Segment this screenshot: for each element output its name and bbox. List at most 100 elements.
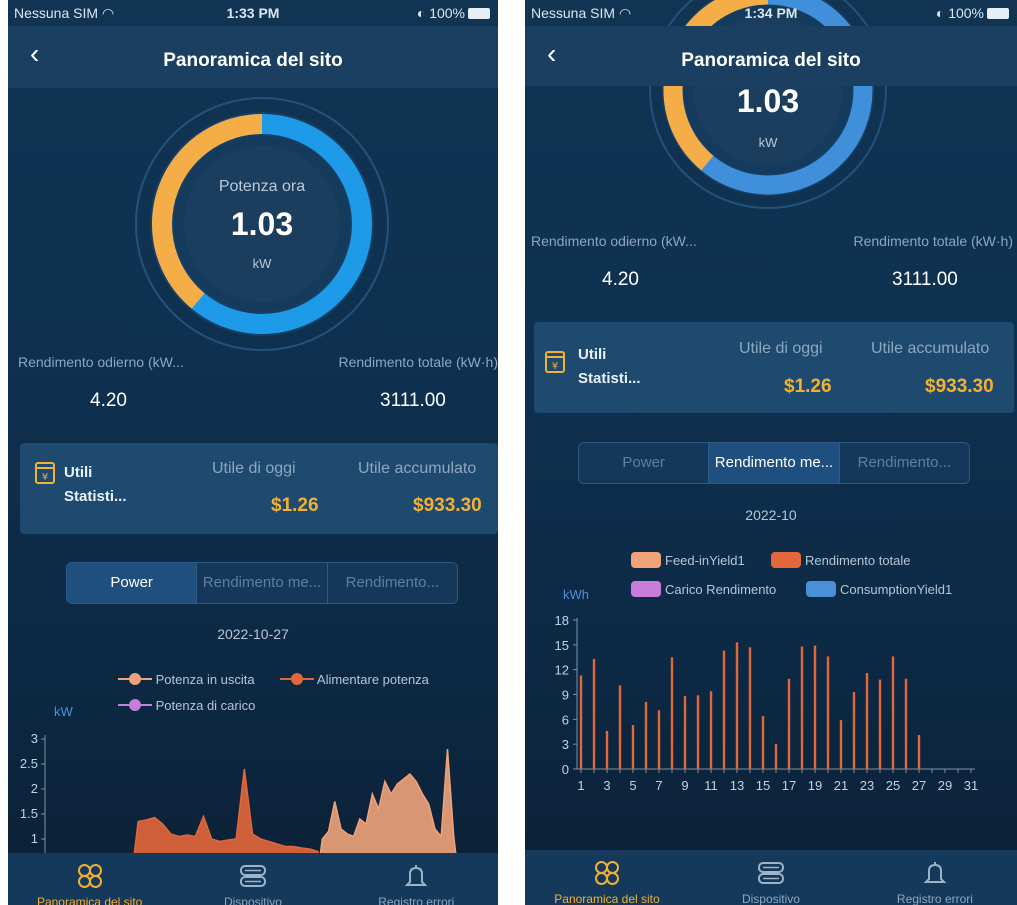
y-axis-unit: kWh: [563, 587, 589, 602]
tabbar-device[interactable]: Dispositivo: [171, 853, 334, 905]
bar: [709, 691, 713, 769]
y-tick-label: 3: [31, 731, 38, 746]
tabbar-site-overview[interactable]: Panoramica del sito: [525, 850, 689, 905]
bottom-tab-bar: Panoramica del sito Dispositivo Registro…: [525, 850, 1017, 905]
page-title: Panoramica del sito: [163, 50, 343, 71]
bar: [878, 679, 882, 769]
y-tick-label: 12: [555, 663, 569, 678]
chart-date[interactable]: 2022-10: [525, 507, 1017, 523]
chart-tabs: Power Rendimento me... Rendimento...: [66, 562, 458, 604]
x-tick-label: 23: [860, 778, 874, 793]
y-tick-label: 1: [31, 831, 38, 846]
battery-indicator: ◐ 100%: [417, 5, 490, 21]
bar: [813, 645, 817, 769]
tabbar-error-log[interactable]: Registro errori: [853, 850, 1017, 905]
monthly-yield-chart: kWh03691215181 3 5 7 9 11 13 15 17 19 21 23 25 27 29 31: [555, 587, 979, 793]
legend-item: Feed-inYield1: [631, 552, 745, 568]
gauge-value: 1.03: [736, 83, 800, 119]
battery-icon: [987, 8, 1009, 19]
x-tick-label: 5: [629, 778, 636, 793]
bar: [774, 744, 778, 769]
bar: [722, 650, 726, 769]
x-tick-label: 11: [704, 778, 718, 793]
series-area-potenza-in-uscita: [319, 748, 457, 853]
device-icon: [757, 862, 784, 884]
x-tick-label: 19: [808, 778, 822, 793]
acc-profit-label: Utile accumulato: [358, 460, 477, 477]
profit-card[interactable]: ¥ Utili Statisti... Utile di oggi Utile a…: [20, 443, 498, 534]
y-tick-label: 15: [555, 638, 569, 653]
x-tick-label: 17: [782, 778, 796, 793]
tab-yield[interactable]: Rendimento...: [326, 563, 457, 603]
page-title: Panoramica del sito: [681, 50, 861, 71]
bar: [852, 692, 856, 769]
legend-item: Potenza in uscita: [118, 672, 255, 687]
chart-date[interactable]: 2022-10-27: [8, 626, 498, 642]
bar: [735, 642, 739, 769]
x-tick-label: 9: [681, 778, 688, 793]
nav-bar: ‹ Panoramica del sito: [525, 26, 1017, 86]
daily-yield-value: 4.20: [602, 269, 639, 290]
y-tick-label: 9: [562, 688, 569, 703]
x-tick-label: 29: [938, 778, 952, 793]
y-tick-label: 6: [562, 712, 569, 727]
bottom-tab-bar: Panoramica del sito Dispositivo Registro…: [8, 853, 498, 905]
device-icon: [239, 865, 266, 887]
bar: [891, 656, 895, 769]
y-tick-label: 18: [555, 613, 569, 628]
tabbar-device[interactable]: Dispositivo: [689, 850, 853, 905]
bar: [865, 672, 869, 769]
gauge-value: 1.03: [230, 206, 294, 242]
battery-indicator: ◐ 100%: [936, 5, 1009, 21]
bar: [839, 720, 843, 769]
x-tick-label: 13: [730, 778, 744, 793]
legend-marker: [280, 673, 314, 685]
tab-monthly-yield[interactable]: Rendimento me...: [708, 443, 839, 483]
x-tick-label: 3: [603, 778, 610, 793]
tab-monthly-yield[interactable]: Rendimento me...: [196, 563, 327, 603]
x-tick-label: 21: [834, 778, 848, 793]
power-gauge: Potenza ora 1.03 kW: [134, 96, 390, 352]
x-tick-label: 25: [886, 778, 900, 793]
tab-power[interactable]: Power: [579, 443, 709, 483]
series-area-alimentare-potenza: [133, 768, 319, 853]
overview-icon: [77, 864, 102, 888]
bar: [800, 646, 804, 769]
tabbar-error-log[interactable]: Registro errori: [335, 853, 498, 905]
profit-icon: ¥: [35, 462, 55, 484]
y-tick-label: 2: [31, 781, 38, 796]
tab-yield[interactable]: Rendimento...: [838, 443, 969, 483]
tabbar-label: Dispositivo: [223, 895, 282, 905]
tabbar-label: Dispositivo: [741, 892, 800, 905]
bar: [696, 695, 700, 769]
gauge-unit: kW: [758, 135, 778, 150]
power-chart: kW 1 1.5 2 2.5 3: [20, 704, 457, 853]
tabbar-label: Registro errori: [378, 895, 455, 905]
total-yield-value: 3111.00: [380, 390, 446, 411]
nav-bar: ‹ Panoramica del sito: [8, 26, 498, 88]
bar: [592, 658, 596, 769]
bar: [605, 730, 609, 769]
bar: [787, 678, 791, 769]
profit-card[interactable]: ¥ Utili Statisti... Utile di oggi Utile a…: [534, 322, 1014, 413]
bar: [761, 716, 765, 769]
bar: [631, 725, 635, 769]
chart-tabs: Power Rendimento me... Rendimento...: [578, 442, 970, 484]
bar: [579, 675, 583, 769]
tabbar-site-overview[interactable]: Panoramica del sito: [8, 853, 171, 905]
tab-power[interactable]: Power: [67, 563, 197, 603]
daily-yield-value: 4.20: [90, 390, 127, 411]
tabbar-label: Panoramica del sito: [554, 892, 660, 905]
x-tick-label: 7: [655, 778, 662, 793]
left-screen: Nessuna SIM ◠ 1:33 PM ◐ 100% ‹ Panoramic…: [8, 0, 498, 905]
bell-icon: [404, 865, 428, 886]
battery-icon: [468, 8, 490, 19]
tabbar-label: Panoramica del sito: [36, 895, 143, 905]
x-tick-label: 15: [756, 778, 770, 793]
today-profit-value: $1.26: [784, 376, 832, 397]
today-profit-label: Utile di oggi: [739, 340, 823, 357]
legend-swatch: [631, 552, 661, 568]
legend-item: Alimentare potenza: [280, 672, 429, 687]
bar: [618, 685, 622, 769]
tabbar-label: Registro errori: [896, 892, 973, 905]
